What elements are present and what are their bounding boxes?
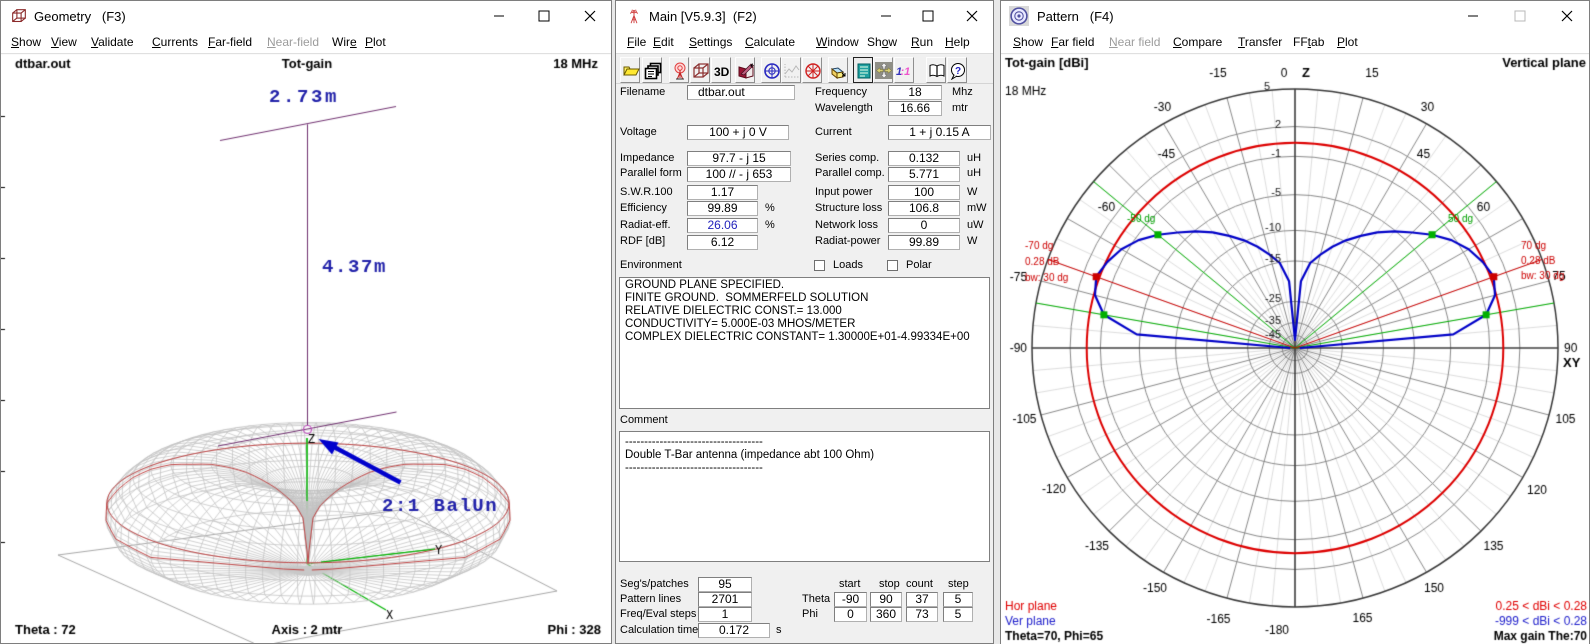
svg-text:3D: 3D (714, 65, 730, 79)
svg-text:?: ? (955, 66, 961, 77)
svg-text::1: :1 (901, 66, 911, 78)
